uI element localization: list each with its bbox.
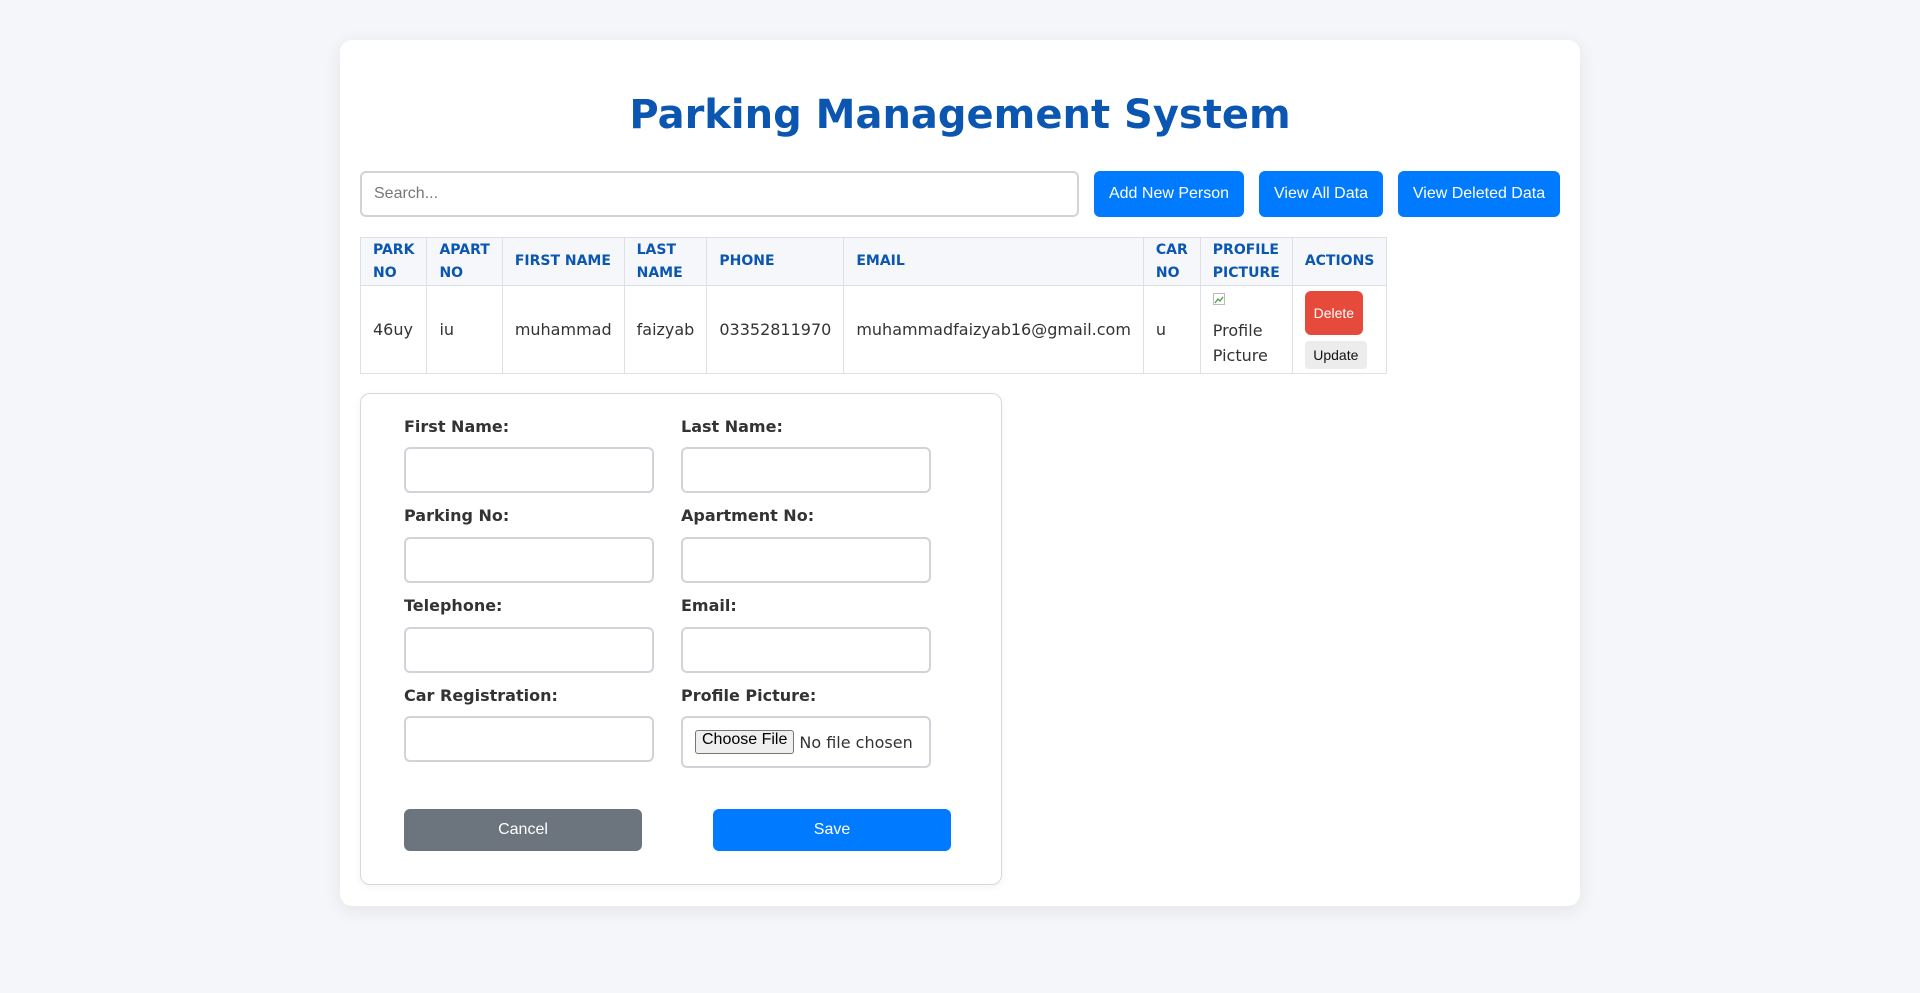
records-table: PARK NO APART NO FIRST NAME LAST NAME PHONE… xyxy=(359,237,1388,374)
table-row: 46uy iu muhammad faizyab 03352811970 muh… xyxy=(359,285,1388,374)
broken-image-icon xyxy=(1212,293,1225,305)
cell-profile-picture: Profile Picture xyxy=(1199,285,1293,374)
first-name-field[interactable] xyxy=(404,447,654,493)
view-deleted-data-button[interactable]: View Deleted Data xyxy=(1398,171,1560,217)
parking-no-field[interactable] xyxy=(404,537,654,583)
update-button[interactable]: Update xyxy=(1304,340,1367,369)
search-input[interactable] xyxy=(360,171,1079,217)
no-file-chosen-text: No file chosen xyxy=(799,732,913,752)
page-title: Parking Management System xyxy=(629,92,1291,138)
cell-actions: Delete Update xyxy=(1291,285,1388,374)
person-form: First Name: Last Name: Parking No: Apart… xyxy=(360,393,1002,885)
profile-picture-broken-image: Profile Picture xyxy=(1212,291,1280,368)
cancel-button[interactable]: Cancel xyxy=(404,809,642,851)
car-registration-label: Car Registration: xyxy=(404,686,558,705)
add-new-person-button[interactable]: Add New Person xyxy=(1094,171,1244,217)
table-header-row: PARK NO APART NO FIRST NAME LAST NAME PHONE… xyxy=(359,237,1388,286)
header-actions: ACTIONS xyxy=(1291,237,1388,286)
header-phone: PHONE xyxy=(706,237,845,286)
apartment-no-label: Apartment No: xyxy=(681,506,815,525)
cell-first-name: muhammad xyxy=(501,285,625,374)
header-first-name: FIRST NAME xyxy=(501,237,625,286)
cell-phone: 03352811970 xyxy=(706,285,845,374)
profile-picture-file-input[interactable]: Choose File No file chosen xyxy=(681,716,931,768)
cell-car-no: u xyxy=(1142,285,1201,374)
header-profile-picture: PROFILE PICTURE xyxy=(1199,237,1293,286)
apartment-no-field[interactable] xyxy=(681,537,931,583)
cell-email: muhammadfaizyab16@gmail.com xyxy=(843,285,1144,374)
last-name-field[interactable] xyxy=(681,447,931,493)
view-all-data-button[interactable]: View All Data xyxy=(1259,171,1383,217)
email-label: Email: xyxy=(681,596,737,615)
save-button[interactable]: Save xyxy=(713,809,951,851)
delete-button[interactable]: Delete xyxy=(1304,290,1363,335)
header-car-no: CAR NO xyxy=(1142,237,1201,286)
choose-file-button[interactable]: Choose File xyxy=(695,730,795,754)
header-email: EMAIL xyxy=(843,237,1144,286)
email-field[interactable] xyxy=(681,627,931,673)
cell-last-name: faizyab xyxy=(623,285,708,374)
header-last-name: LAST NAME xyxy=(623,237,708,286)
header-park-no: PARK NO xyxy=(359,237,428,286)
telephone-field[interactable] xyxy=(404,627,654,673)
cell-apart-no: iu xyxy=(426,285,503,374)
header-apart-no: APART NO xyxy=(426,237,503,286)
car-registration-field[interactable] xyxy=(404,716,654,762)
first-name-label: First Name: xyxy=(404,417,510,436)
parking-no-label: Parking No: xyxy=(404,506,510,525)
last-name-label: Last Name: xyxy=(681,417,783,436)
profile-picture-label: Profile Picture: xyxy=(681,686,817,705)
cell-park-no: 46uy xyxy=(359,285,428,374)
telephone-label: Telephone: xyxy=(404,596,503,615)
